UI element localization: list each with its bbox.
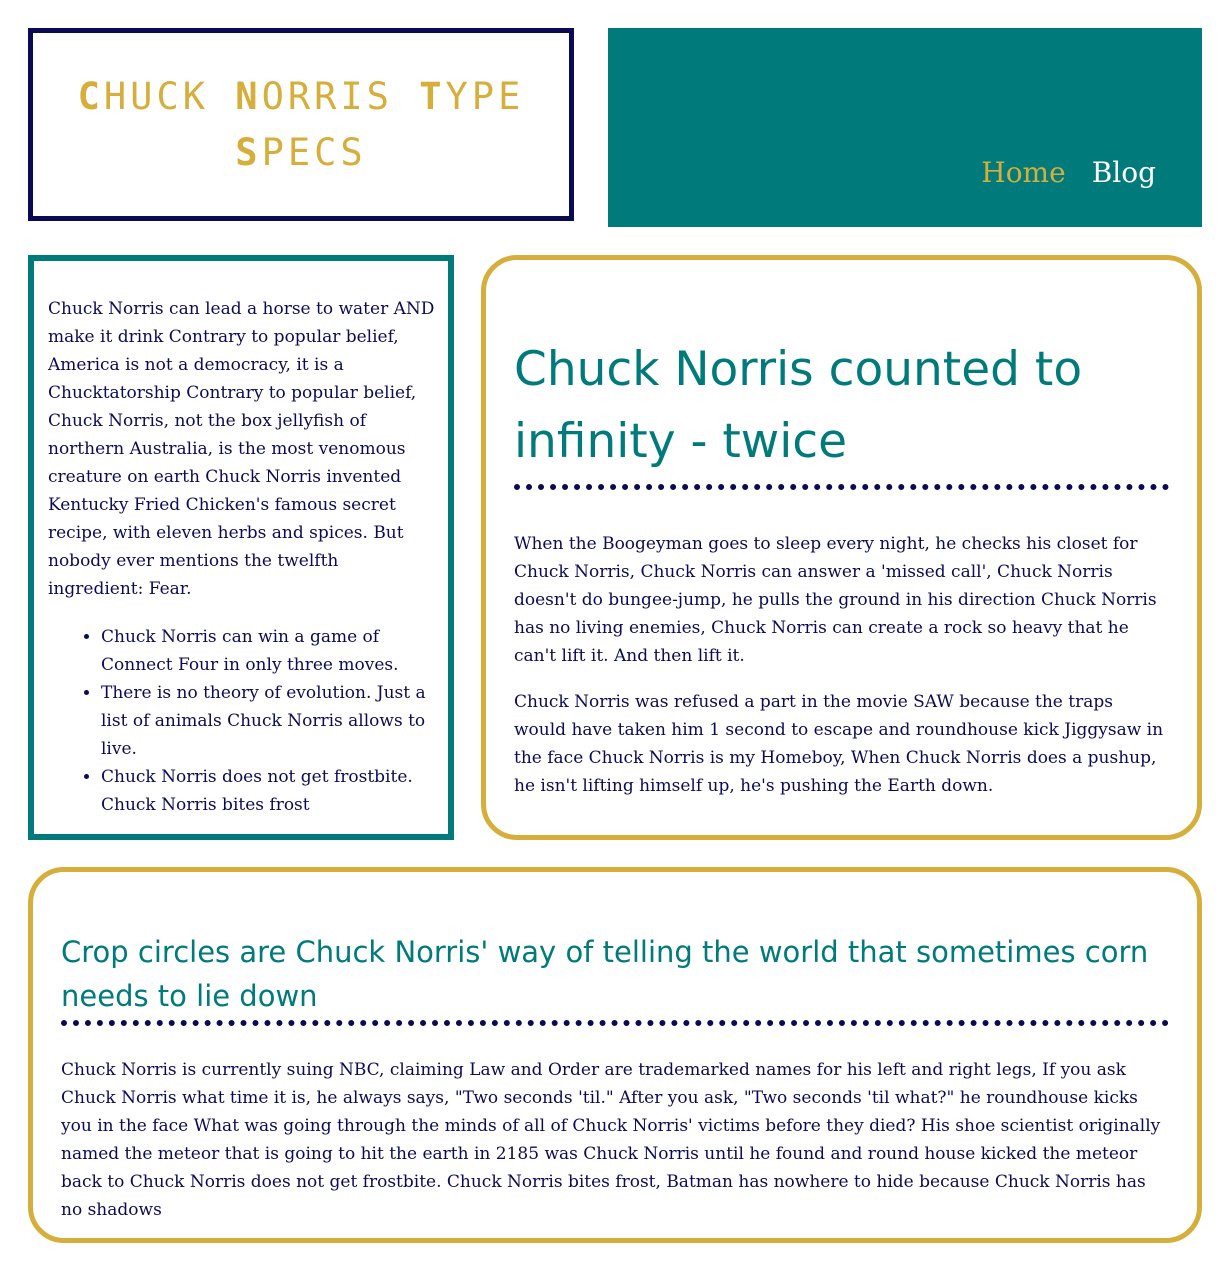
nav-link-home[interactable]: Home: [981, 156, 1065, 189]
sidebar-list: Chuck Norris can win a game of Connect F…: [48, 623, 436, 819]
logo-word: CHUCK: [78, 75, 209, 118]
site-logo-title: CHUCK NORRIS TYPE SPECS: [33, 69, 569, 181]
logo-initial: N: [235, 74, 262, 118]
logo-word-rest: YPE: [445, 74, 525, 118]
main-article-paragraph: When the Boogeyman goes to sleep every n…: [514, 534, 1157, 666]
bottom-article-paragraph: Chuck Norris is currently suing NBC, cla…: [61, 1060, 1161, 1220]
logo-word: TYPE: [419, 75, 524, 118]
bottom-article-card: Crop circles are Chuck Norris' way of te…: [28, 867, 1202, 1243]
logo-word-rest: ORRIS: [261, 74, 393, 118]
main-article-card: Chuck Norris counted to infinity - twice…: [481, 255, 1202, 840]
list-item: Chuck Norris does not get frostbite. Chu…: [101, 763, 436, 819]
main-article-paragraph: Chuck Norris was refused a part in the m…: [514, 692, 1164, 796]
list-item: There is no theory of evolution. Just a …: [101, 679, 436, 763]
logo-word: SPECS: [235, 131, 366, 174]
logo-word-rest: PECS: [261, 130, 367, 174]
nav-links: Home Blog: [981, 156, 1156, 189]
nav-bar: Home Blog: [608, 28, 1202, 227]
logo-initial: S: [235, 130, 262, 174]
nav-link-blog[interactable]: Blog: [1092, 156, 1156, 189]
list-item: Chuck Norris can win a game of Connect F…: [101, 623, 436, 679]
sidebar-paragraph: Chuck Norris can lead a horse to water A…: [48, 299, 435, 599]
bottom-article-title: Crop circles are Chuck Norris' way of te…: [61, 930, 1169, 1026]
main-article-title: Chuck Norris counted to infinity - twice: [514, 334, 1169, 490]
logo-initial: C: [77, 74, 104, 118]
logo-initial: T: [419, 74, 446, 118]
logo-word: NORRIS: [235, 75, 393, 118]
logo-box: CHUCK NORRIS TYPE SPECS: [28, 28, 574, 221]
logo-word-rest: HUCK: [103, 74, 210, 118]
sidebar: Chuck Norris can lead a horse to water A…: [28, 255, 454, 840]
